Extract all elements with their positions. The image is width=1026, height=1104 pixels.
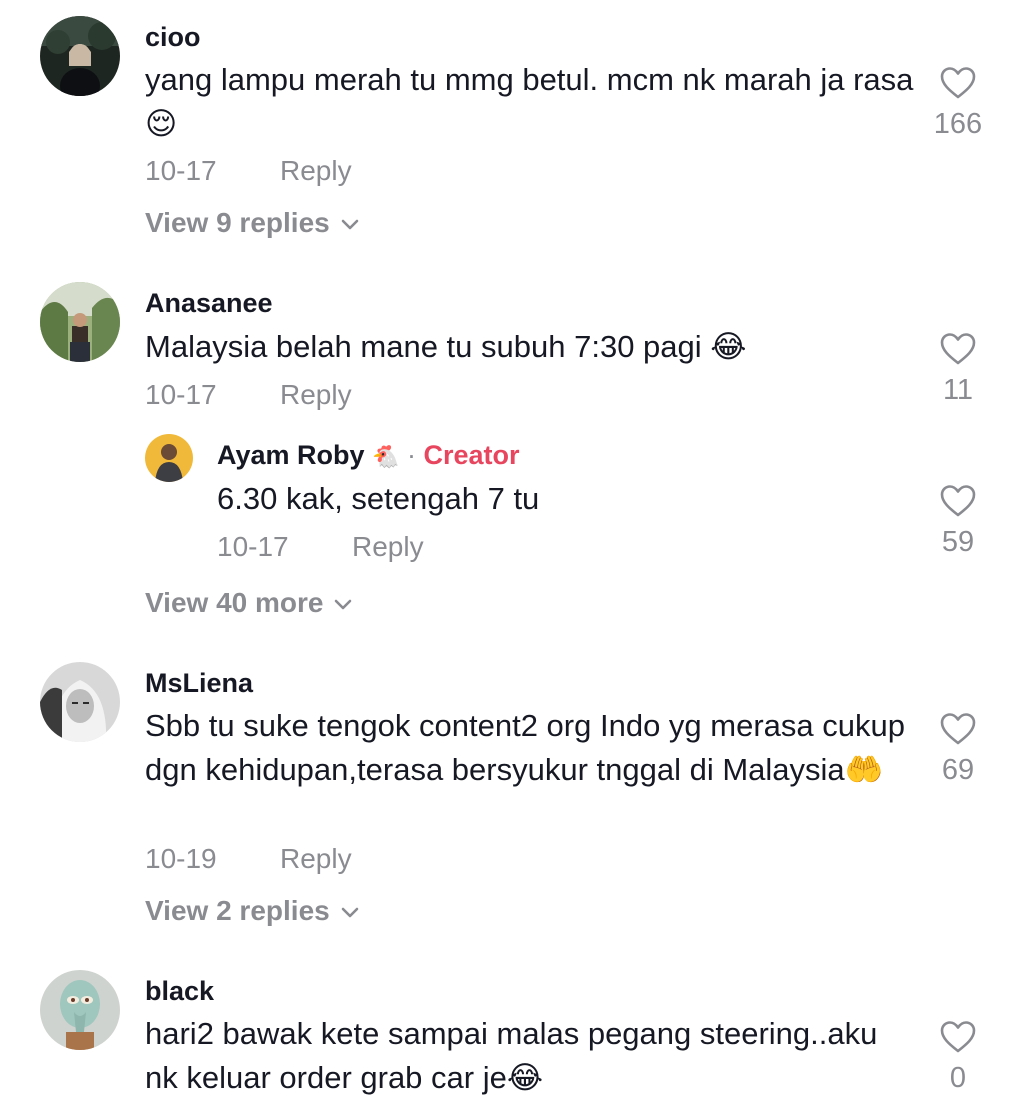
avatar[interactable] — [145, 434, 193, 482]
comment-text: Sbb tu suke tengok content2 org Indo yg … — [145, 708, 905, 787]
heart-outline-icon — [940, 333, 976, 365]
like-button[interactable]: 11 — [918, 332, 998, 407]
avatar[interactable] — [40, 282, 120, 362]
like-button[interactable]: 69 — [918, 712, 998, 787]
comment-text: hari2 bawak kete sampai malas pegang ste… — [145, 1016, 878, 1095]
reply-button[interactable]: Reply — [280, 379, 352, 411]
like-button[interactable]: 59 — [918, 484, 998, 559]
comment-username[interactable]: MsLiena — [145, 668, 253, 699]
comment-meta: 10-19 Reply — [145, 843, 352, 875]
like-button[interactable]: 0 — [918, 1020, 998, 1095]
like-button[interactable]: 166 — [918, 66, 998, 141]
like-count: 59 — [941, 526, 975, 558]
comment-date: 10-17 — [145, 155, 217, 186]
like-count: 0 — [949, 1062, 967, 1094]
reply-date: 10-17 — [217, 531, 289, 562]
comment-username[interactable]: Anasanee — [145, 288, 273, 319]
comment-meta: 10-17 Reply — [145, 155, 352, 187]
view-replies-button[interactable]: View 2 replies — [145, 895, 360, 927]
heart-outline-icon — [940, 485, 976, 517]
avatar[interactable] — [40, 16, 120, 96]
view-more-button[interactable]: View 40 more — [145, 587, 353, 619]
comment-text: yang lampu merah tu mmg betul. mcm nk ma… — [145, 62, 914, 141]
creator-badge: Creator — [423, 440, 520, 470]
comment-date: 10-17 — [145, 379, 217, 410]
reply-username-text: Ayam Roby — [217, 440, 365, 470]
view-replies-button[interactable]: View 9 replies — [145, 207, 360, 239]
reply-username[interactable]: Ayam Roby 🐔 · Creator — [217, 440, 520, 471]
reply-button[interactable]: Reply — [352, 531, 424, 563]
comment-text: Malaysia belah mane tu subuh 7:30 pagi 😂 — [145, 329, 747, 364]
reply-meta: 10-17 Reply — [217, 531, 424, 563]
view-replies-label: View 2 replies — [145, 895, 330, 926]
view-more-label: View 40 more — [145, 587, 324, 618]
separator-dot: · — [406, 440, 416, 470]
avatar[interactable] — [40, 970, 120, 1050]
like-count: 166 — [933, 108, 983, 140]
view-replies-label: View 9 replies — [145, 207, 330, 238]
comment-username[interactable]: cioo — [145, 22, 201, 53]
reply-button[interactable]: Reply — [280, 155, 352, 187]
avatar[interactable] — [40, 662, 120, 742]
comment-meta: 10-17 Reply — [145, 379, 352, 411]
comment-username[interactable]: black — [145, 976, 214, 1007]
heart-outline-icon — [940, 1021, 976, 1053]
like-count: 69 — [941, 754, 975, 786]
heart-outline-icon — [940, 67, 976, 99]
heart-outline-icon — [940, 713, 976, 745]
chevron-down-icon — [341, 219, 359, 229]
chevron-down-icon — [341, 907, 359, 917]
like-count: 11 — [942, 374, 974, 406]
comment-date: 10-19 — [145, 843, 217, 874]
reply-button[interactable]: Reply — [280, 843, 352, 875]
chevron-down-icon — [335, 599, 352, 609]
reply-text: 6.30 kak, setengah 7 tu — [217, 481, 540, 516]
chicken-emoji: 🐔 — [372, 445, 400, 470]
